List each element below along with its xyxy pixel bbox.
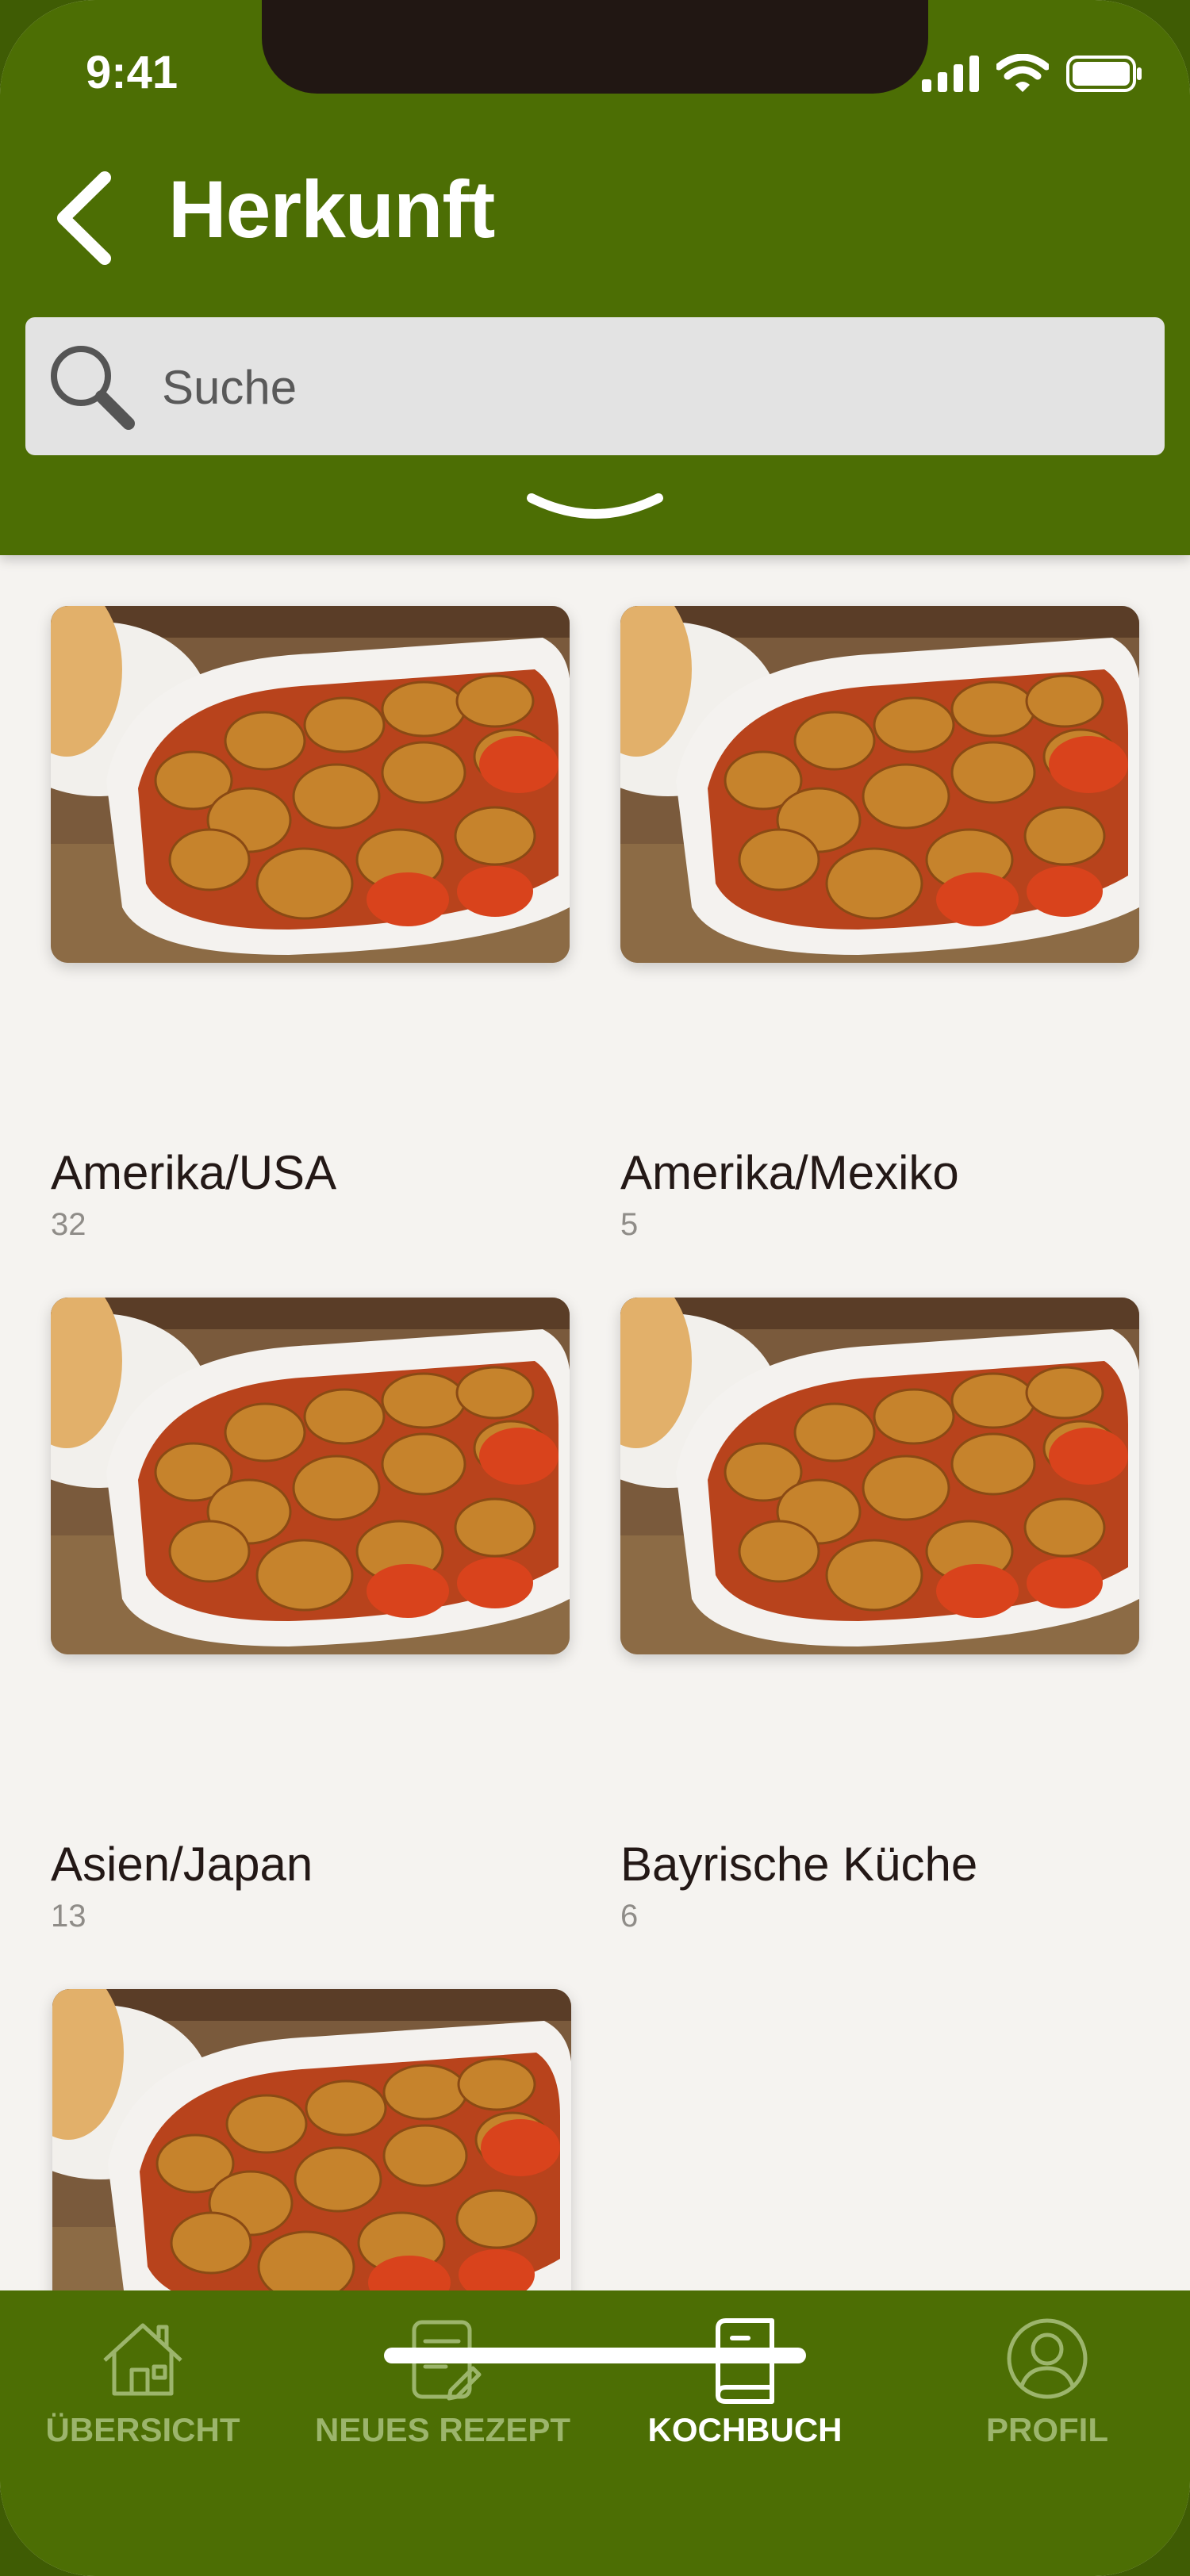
category-image [51, 606, 570, 963]
wifi-icon [996, 54, 1049, 92]
tab-label: NEUES REZEPT [314, 2411, 571, 2448]
category-name: Asien/Japan [51, 1838, 313, 1891]
category-image [51, 1298, 570, 1654]
back-chevron-icon[interactable] [49, 167, 121, 270]
search-input[interactable] [160, 317, 1115, 457]
tab-label: PROFIL [986, 2411, 1108, 2448]
search-bar[interactable] [25, 317, 1165, 457]
home-indicator [384, 2348, 806, 2363]
chevron-down-icon[interactable] [524, 482, 666, 530]
device-notch [262, 0, 928, 94]
header-bar: 9:41 Herkunft [0, 0, 1190, 555]
category-name: Amerika/Mexiko [620, 1146, 959, 1199]
user-icon [1007, 2318, 1088, 2399]
status-time: 9:41 [86, 47, 178, 98]
status-icons [922, 52, 1142, 92]
category-image [620, 1298, 1139, 1654]
category-name: Bayrische Küche [620, 1838, 978, 1891]
tab-label: KOCHBUCH [647, 2411, 843, 2448]
category-count: 13 [51, 1899, 86, 1934]
search-icon [51, 346, 135, 430]
category-name: Amerika/USA [51, 1146, 337, 1199]
category-count: 5 [620, 1207, 639, 1242]
tab-profil[interactable]: PROFIL [896, 2290, 1190, 2489]
app-screen: 9:41 Herkunft Suche Amerika/USA 32 Ameri… [0, 0, 1190, 2576]
tab-neues-rezept[interactable]: NEUES REZEPT [292, 2290, 593, 2489]
tab-kochbuch[interactable]: KOCHBUCH [594, 2290, 896, 2489]
tab-label: ÜBERSICHT [45, 2411, 240, 2448]
house-icon [103, 2323, 182, 2396]
category-grid: Amerika/USA 32 Amerika/Mexiko 5 Asien/Ja… [0, 555, 1190, 2292]
battery-icon [1066, 56, 1142, 92]
signal-icon [922, 56, 979, 92]
category-image [52, 1989, 571, 2292]
category-count: 32 [51, 1207, 86, 1242]
tab-uebersicht[interactable]: ÜBERSICHT [0, 2290, 294, 2489]
bottom-tab-bar: ÜBERSICHT NEUES REZEPT KOCHBUCH PROFIL [0, 2290, 1190, 2576]
category-image [620, 606, 1139, 963]
page-title: Herkunft [168, 164, 495, 255]
category-count: 6 [620, 1899, 639, 1934]
